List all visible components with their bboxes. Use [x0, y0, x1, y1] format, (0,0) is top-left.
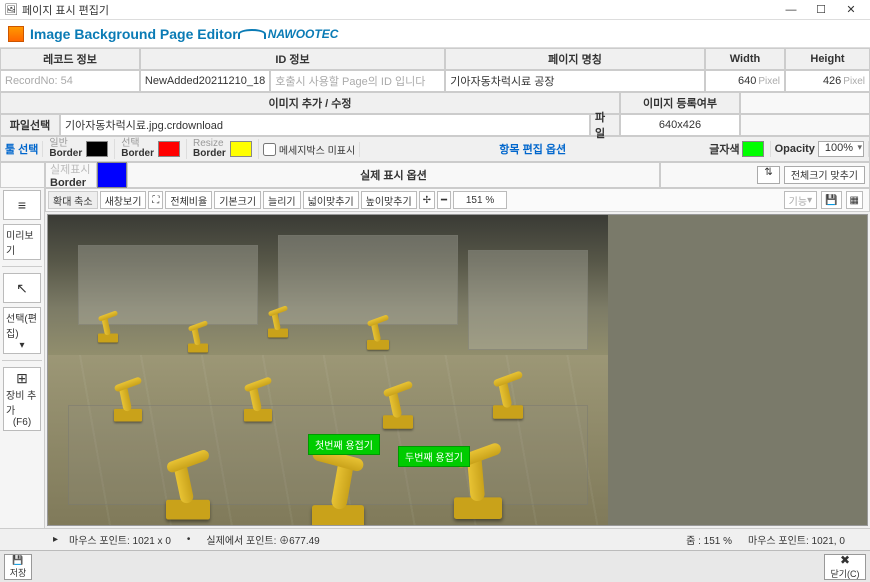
zoom-out-icon-button[interactable]: ━ [437, 191, 451, 209]
info-value-row: RecordNo: 54 NewAdded20211210_18 호출시 사용할… [0, 70, 870, 92]
mouse-point-status: 마우스 포인트: 1021 x 0 [61, 532, 179, 547]
title-bar: 🖼 페이지 표시 편집기 — ☐ ✕ [0, 0, 870, 20]
image-reg-value: 640x426 [620, 114, 740, 136]
app-header: Image Background Page Editor NAWOOTEC [0, 20, 870, 48]
zoom-status: 줌 : 151 % [678, 532, 740, 547]
preview-button[interactable]: 미리보기 [3, 224, 41, 260]
close-dialog-button[interactable]: ✖닫기(C) [824, 554, 866, 580]
mouse-point2-status: 마우스 포인트: 1021, 0 [740, 532, 870, 547]
opacity-seg[interactable]: Opacity 100% [771, 141, 869, 157]
page-name-label: 페이지 명칭 [445, 48, 705, 70]
add-equipment-button[interactable]: ⊞장비 추가(F6) [3, 367, 41, 431]
page-name-value[interactable]: 기아자동차럭시료 공장 [445, 70, 705, 92]
file-row-spacer [740, 114, 870, 136]
close-button[interactable]: ✕ [836, 3, 866, 16]
record-value: RecordNo: 54 [0, 70, 140, 92]
real-point-status: 실제에서 포인트: ⊕677.49 [198, 532, 327, 547]
equipment-tag-2[interactable]: 두번째 용접기 [398, 446, 470, 467]
opacity-dropdown[interactable]: 100% [818, 141, 864, 157]
msgbox-hide-checkbox[interactable]: 메세지박스 미표시 [259, 142, 360, 157]
file-select-label: 파일선택 [0, 114, 60, 136]
maximize-button[interactable]: ☐ [806, 3, 836, 16]
normal-border-seg[interactable]: 일반Border [43, 139, 115, 159]
function-dropdown[interactable]: 기능 ▾ [784, 191, 817, 209]
refresh-button[interactable]: 새창보기 [100, 191, 147, 209]
save-icon-button[interactable]: 💾 [821, 191, 841, 209]
brand-logo: NAWOOTEC [238, 27, 339, 41]
height-label: Height [785, 48, 870, 70]
plus-grid-icon: ⊞ [16, 370, 28, 387]
record-info-label: 레코드 정보 [0, 48, 140, 70]
image-add-label: 이미지 추가 / 수정 [0, 92, 620, 114]
right-buttons: ⇅ 전체크기 맞추기 [660, 162, 870, 188]
realtime-label-seg[interactable]: 실제표시Border [45, 162, 97, 188]
display-option-row: 실제표시Border 실제 표시 옵션 ⇅ 전체크기 맞추기 [0, 162, 870, 188]
tool-select-label: 툴 선택 [1, 141, 43, 157]
fit-width-button[interactable]: 넓이맞추기 [303, 191, 359, 209]
info-header-row: 레코드 정보 ID 정보 페이지 명칭 Width Height [0, 48, 870, 70]
window-icon: 🖼 [4, 3, 18, 16]
factory-image: 첫번째 용접기 두번째 용접기 [48, 215, 608, 525]
select-border-seg[interactable]: 선택Border [115, 139, 187, 159]
app-title: Image Background Page Editor [30, 26, 238, 42]
lines-tool-button[interactable]: ≡ [3, 190, 41, 220]
fit-all-button[interactable]: 전체크기 맞추기 [784, 166, 865, 184]
id-value[interactable]: NewAdded20211210_18 [140, 70, 270, 92]
item-edit-option-label: 항목 편집 옵션 [360, 141, 705, 157]
sidebar: ≡ 미리보기 ↖ 선택(편집)▾ ⊞장비 추가(F6) [0, 188, 45, 528]
scroll-icon-button[interactable]: ⇅ [757, 166, 779, 184]
window-title: 페이지 표시 편집기 [22, 2, 109, 18]
zoom-value-input[interactable]: 151 % [453, 191, 507, 209]
black-swatch[interactable] [86, 141, 108, 157]
image-reg-label: 이미지 등록여부 [620, 92, 740, 114]
cursor-icon: ↖ [16, 280, 28, 297]
fit-height-button[interactable]: 높이맞추기 [361, 191, 417, 209]
width-value[interactable]: 640Pixel [705, 70, 785, 92]
chevron-down-icon: ▾ [19, 340, 24, 351]
file-browse-button[interactable]: 파일 [590, 114, 620, 136]
msgbox-checkbox[interactable] [263, 143, 276, 156]
zoom-toolbar: 확대 축소 새창보기 ⛶ 전체비율 기본크기 늘리기 넓이맞추기 높이맞추기 ✢… [45, 188, 870, 212]
canvas-wrap: 확대 축소 새창보기 ⛶ 전체비율 기본크기 늘리기 넓이맞추기 높이맞추기 ✢… [45, 188, 870, 528]
status-bar: ▸ 마우스 포인트: 1021 x 0 • 실제에서 포인트: ⊕677.49 … [0, 528, 870, 550]
close-icon: ✖ [840, 553, 850, 567]
red-swatch[interactable] [158, 141, 180, 157]
display-option-label: 실제 표시 옵션 [127, 162, 660, 188]
full-ratio-button[interactable]: 전체비율 [165, 191, 212, 209]
save-button[interactable]: 💾저장 [4, 554, 32, 580]
app-icon [8, 26, 24, 42]
width-label: Width [705, 48, 785, 70]
equipment-tag-1[interactable]: 첫번째 용접기 [308, 434, 380, 455]
save-icon: 💾 [12, 555, 23, 566]
bottom-bar: 💾저장 ✖닫기(C) [0, 550, 870, 582]
blue-swatch[interactable] [97, 162, 127, 188]
main-area: ≡ 미리보기 ↖ 선택(편집)▾ ⊞장비 추가(F6) 확대 축소 새창보기 ⛶… [0, 188, 870, 528]
file-row: 파일선택 기아자동차럭시료.jpg.crdownload 파일 640x426 [0, 114, 870, 136]
enlarge-button[interactable]: 늘리기 [263, 191, 301, 209]
resize-border-seg[interactable]: ResizeBorder [187, 139, 259, 159]
file-path-input[interactable]: 기아자동차럭시료.jpg.crdownload [60, 114, 590, 136]
grid-icon-button[interactable]: ▦ [846, 191, 863, 209]
minimize-button[interactable]: — [776, 4, 806, 16]
select-edit-button[interactable]: 선택(편집)▾ [3, 307, 41, 354]
tool-row: 툴 선택 일반Border 선택Border ResizeBorder 메세지박… [0, 136, 870, 162]
font-color-seg[interactable]: 글자색 [705, 141, 770, 157]
zoom-label: 확대 축소 [48, 191, 98, 209]
image-reg-spacer [740, 92, 870, 114]
image-section-row: 이미지 추가 / 수정 이미지 등록여부 [0, 92, 870, 114]
green-swatch[interactable] [742, 141, 764, 157]
id-info-label: ID 정보 [140, 48, 445, 70]
realtime-border-seg[interactable] [0, 162, 45, 188]
fullscreen-icon-button[interactable]: ⛶ [148, 191, 163, 209]
default-size-button[interactable]: 기본크기 [214, 191, 261, 209]
yellow-swatch[interactable] [230, 141, 252, 157]
lines-icon: ≡ [18, 197, 26, 213]
height-value[interactable]: 426Pixel [785, 70, 870, 92]
id-hint: 호출시 사용할 Page의 ID 입니다 [270, 70, 445, 92]
canvas[interactable]: 첫번째 용접기 두번째 용접기 [47, 214, 868, 526]
zoom-in-icon-button[interactable]: ✢ [419, 191, 435, 209]
cursor-tool-button[interactable]: ↖ [3, 273, 41, 303]
